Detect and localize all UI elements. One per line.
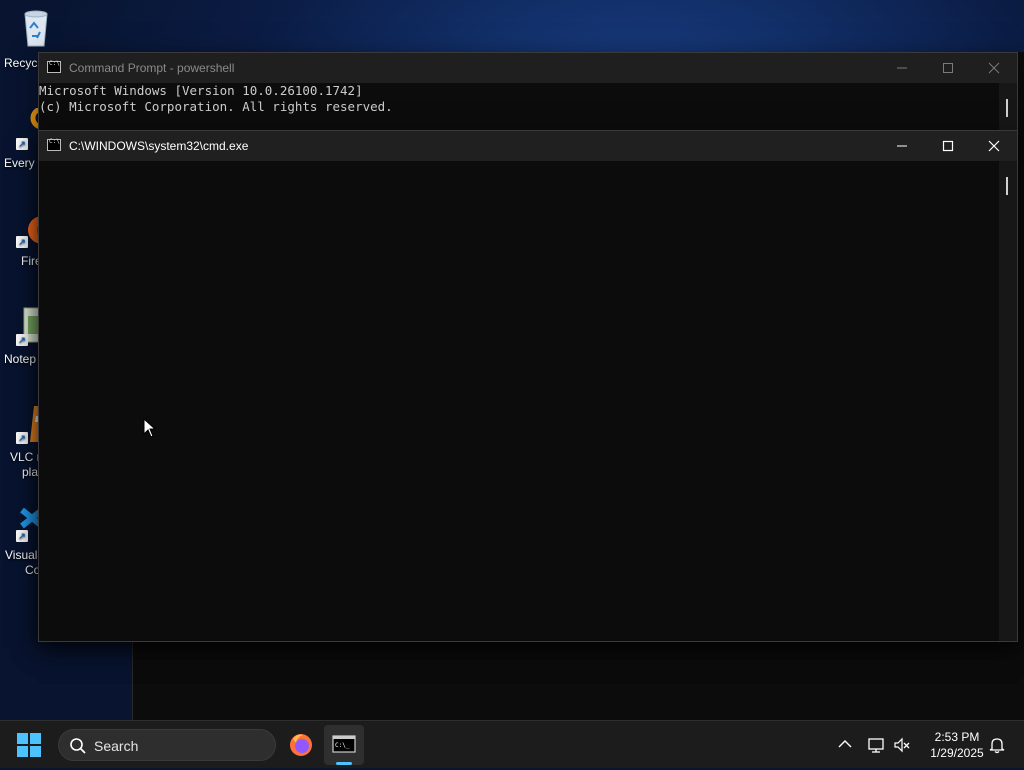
console-line: Microsoft Windows [Version 10.0.26100.17…	[39, 83, 363, 98]
network-icon	[868, 738, 884, 753]
shortcut-arrow-icon: ↗	[16, 334, 28, 346]
volume-button[interactable]	[890, 721, 914, 769]
shortcut-arrow-icon: ↗	[16, 138, 28, 150]
minimize-button[interactable]	[879, 131, 925, 161]
search-icon	[70, 738, 86, 754]
taskbar-app-terminal[interactable]: C:\_	[324, 725, 364, 765]
search-placeholder: Search	[94, 738, 139, 754]
firefox-icon	[290, 734, 312, 756]
start-button[interactable]	[17, 733, 41, 757]
taskbar: Search C:\_ 2:53 PM 1/29/2025	[0, 720, 1024, 768]
maximize-button[interactable]	[925, 53, 971, 83]
close-icon	[988, 140, 1000, 152]
terminal-icon: C:\_	[332, 735, 356, 753]
scrollbar-thumb[interactable]	[1006, 99, 1008, 117]
clock-time: 2:53 PM	[934, 730, 980, 744]
taskbar-clock[interactable]: 2:53 PM 1/29/2025	[918, 729, 996, 761]
show-hidden-icons-button[interactable]	[834, 721, 856, 769]
maximize-button[interactable]	[925, 131, 971, 161]
chevron-up-icon	[838, 740, 852, 748]
close-icon	[988, 62, 1000, 74]
vertical-scrollbar[interactable]	[999, 161, 1017, 641]
maximize-icon	[942, 140, 954, 152]
volume-muted-icon	[894, 737, 910, 753]
minimize-icon	[897, 145, 907, 147]
close-button[interactable]	[971, 53, 1017, 83]
window-titlebar[interactable]: Command Prompt - powershell	[39, 53, 1017, 83]
running-indicator	[336, 762, 352, 765]
taskbar-app-firefox[interactable]	[281, 725, 321, 765]
notifications-button[interactable]	[986, 721, 1008, 769]
maximize-icon	[943, 63, 953, 73]
desktop: Recyc ↗ Every ↗ Fire ↗ Notep ↗ VLC m pla	[0, 0, 1024, 720]
window-title: C:\WINDOWS\system32\cmd.exe	[69, 139, 249, 153]
clock-date: 1/29/2025	[930, 746, 984, 760]
recycle-bin-icon	[24, 10, 48, 47]
console-app-icon	[47, 60, 61, 73]
minimize-button[interactable]	[879, 53, 925, 83]
shortcut-arrow-icon: ↗	[16, 432, 28, 444]
minimize-icon	[897, 67, 907, 69]
windows-logo-icon	[17, 733, 28, 744]
shortcut-arrow-icon: ↗	[16, 236, 28, 248]
svg-text:C:\_: C:\_	[335, 742, 350, 749]
taskbar-search-box[interactable]: Search	[58, 729, 276, 761]
shortcut-arrow-icon: ↗	[16, 530, 28, 542]
mouse-cursor-icon	[143, 418, 157, 438]
console-app-icon	[47, 138, 61, 151]
scrollbar-thumb[interactable]	[1006, 177, 1008, 195]
console-output[interactable]	[39, 161, 999, 641]
close-button[interactable]	[971, 131, 1017, 161]
network-status-button[interactable]	[864, 721, 888, 769]
cmd-window[interactable]: C:\WINDOWS\system32\cmd.exe	[38, 130, 1018, 642]
background-window	[132, 640, 1024, 720]
window-titlebar[interactable]: C:\WINDOWS\system32\cmd.exe	[39, 131, 1017, 161]
window-title: Command Prompt - powershell	[69, 61, 235, 75]
bell-icon	[989, 738, 1005, 754]
console-line: (c) Microsoft Corporation. All rights re…	[39, 99, 393, 114]
